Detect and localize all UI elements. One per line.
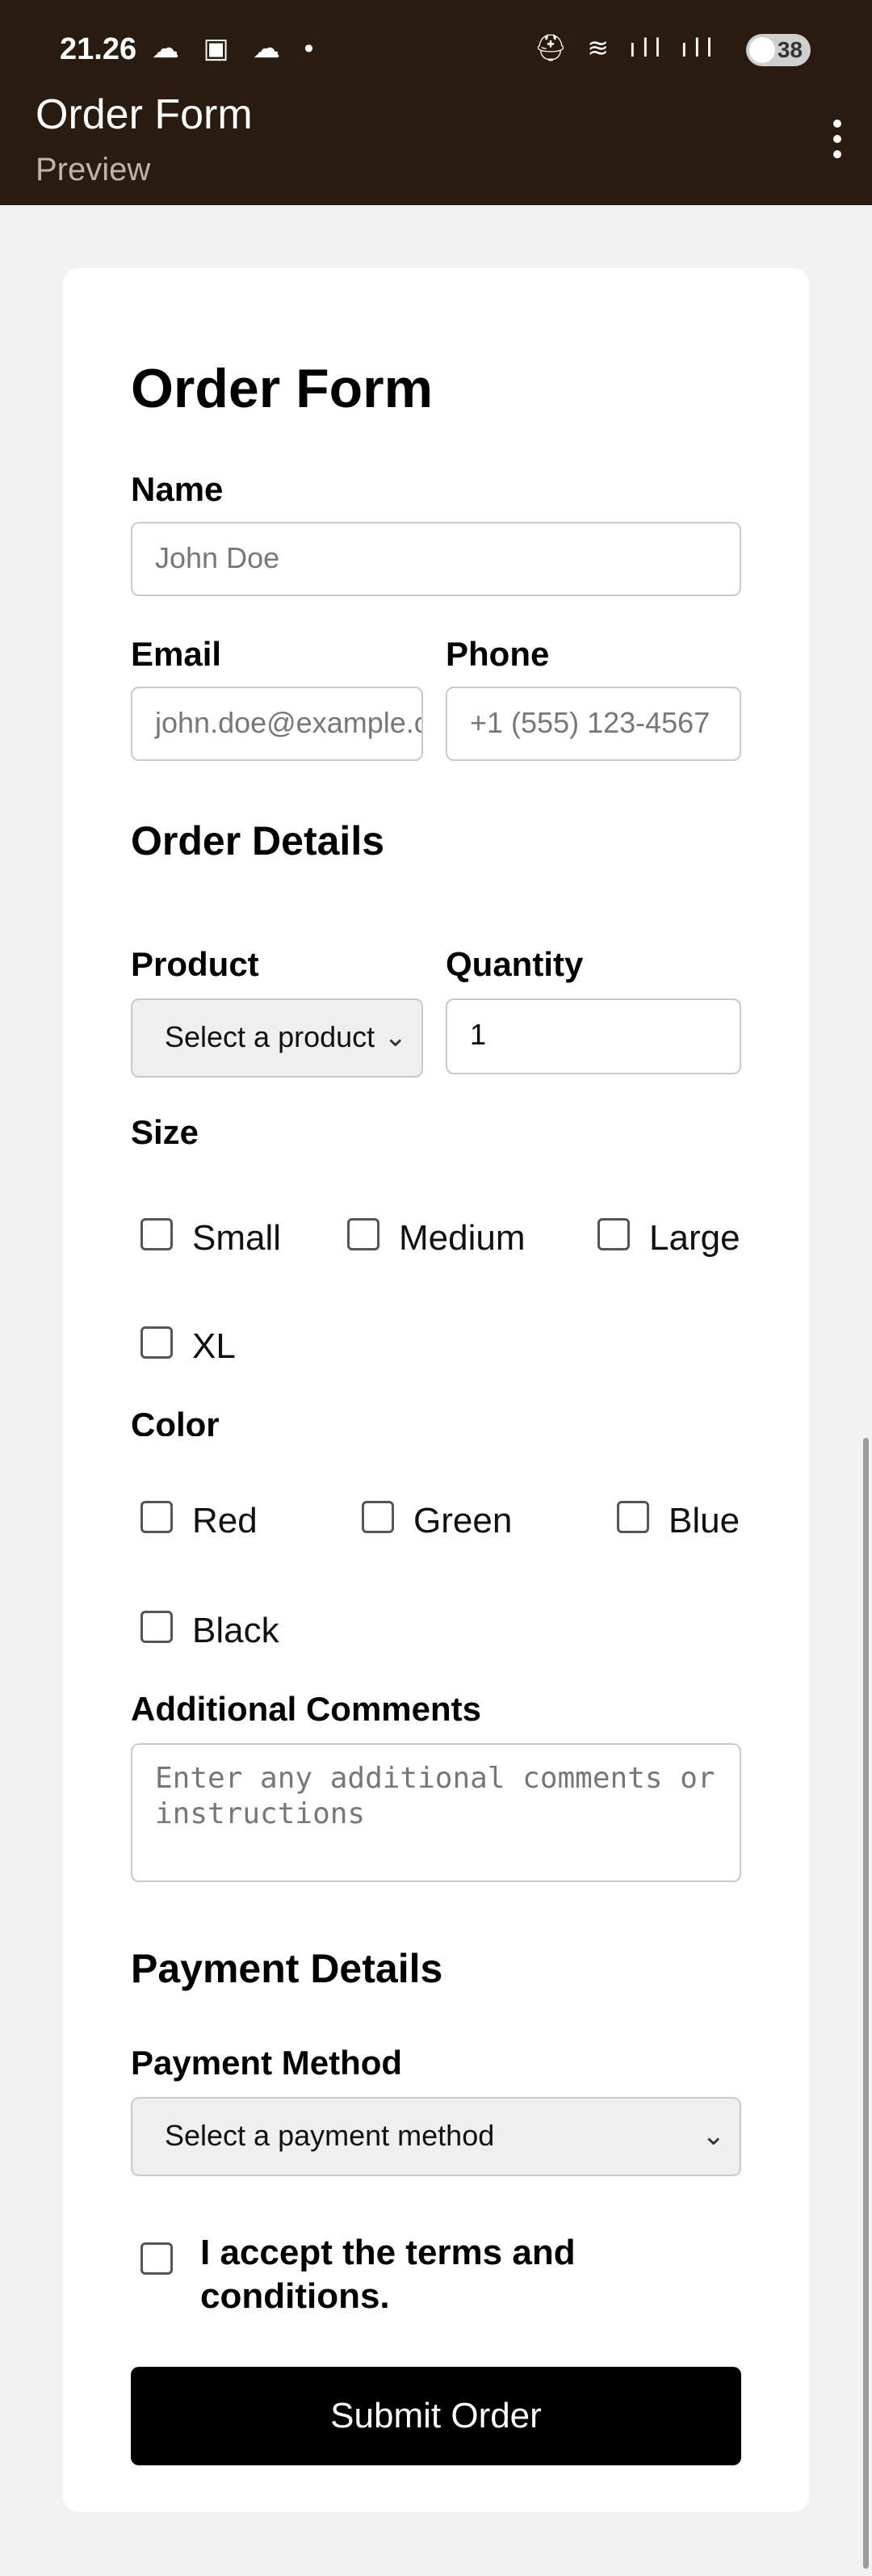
color-red-checkbox[interactable] — [140, 1501, 173, 1533]
scrollbar[interactable] — [863, 1438, 869, 2569]
app-bar: 21.26 ☁ ▣ ☁ • ⛑ ≋ ıll ıll 38 Order Form … — [0, 0, 872, 205]
size-small-checkbox[interactable] — [140, 1218, 173, 1250]
color-label: Color — [131, 1406, 220, 1436]
phone-label: Phone — [446, 635, 550, 673]
terms-label: I accept the terms and conditions. — [200, 2233, 576, 2316]
size-xl-label: XL — [192, 1326, 236, 1366]
product-label: Product — [131, 945, 259, 983]
status-time: 21.26 — [60, 32, 137, 66]
color-blue-label: Blue — [669, 1501, 740, 1540]
name-label: Name — [131, 470, 224, 508]
battery-saver-icon — [749, 37, 775, 63]
payment-method-select[interactable]: Select a payment method ⌄ — [131, 2097, 741, 2176]
size-xl-checkbox[interactable] — [140, 1326, 173, 1359]
chevron-down-icon: ⌄ — [377, 1000, 407, 1074]
product-select[interactable]: Select a product ⌄ — [131, 998, 423, 1078]
payment-method-value: Select a payment method — [165, 2119, 495, 2152]
size-medium-checkbox[interactable] — [347, 1218, 379, 1250]
size-medium-label: Medium — [399, 1218, 526, 1258]
size-large-checkbox[interactable] — [597, 1218, 630, 1250]
signal-icons: ⛑ ≋ ıll ıll — [534, 33, 719, 62]
phone-input[interactable]: +1 (555) 123-4567 — [446, 687, 741, 761]
size-large-label: Large — [649, 1218, 740, 1258]
payment-method-label: Payment Method — [131, 2044, 403, 2082]
name-input[interactable]: John Doe — [131, 522, 741, 596]
color-blue-checkbox[interactable] — [617, 1501, 649, 1533]
order-details-heading: Order Details — [131, 818, 385, 864]
size-small-label: Small — [192, 1218, 282, 1258]
color-black-label: Black — [192, 1611, 279, 1650]
notification-icons: ☁ ▣ ☁ • — [152, 33, 322, 64]
email-label: Email — [131, 635, 222, 673]
chevron-down-icon: ⌄ — [695, 2099, 725, 2173]
terms-checkbox[interactable] — [140, 2242, 173, 2275]
order-form-card: Order Form Name John Doe Email john.doe@… — [63, 268, 809, 2512]
color-green-label: Green — [413, 1501, 513, 1540]
comments-label: Additional Comments — [131, 1690, 482, 1728]
color-red-label: Red — [192, 1501, 258, 1540]
product-select-value: Select a product — [165, 1020, 375, 1053]
app-subtitle: Preview — [36, 152, 151, 187]
comments-textarea[interactable]: Enter any additional comments or instruc… — [131, 1743, 741, 1882]
payment-details-heading: Payment Details — [131, 1946, 443, 1991]
status-bar: 21.26 ☁ ▣ ☁ • ⛑ ≋ ıll ıll 38 — [0, 0, 872, 89]
email-input[interactable]: john.doe@example.com — [131, 687, 423, 761]
color-black-checkbox[interactable] — [140, 1611, 173, 1643]
color-green-checkbox[interactable] — [362, 1501, 394, 1533]
battery-icon: 38 — [746, 34, 811, 66]
form-heading: Order Form — [131, 358, 434, 419]
size-label: Size — [131, 1113, 199, 1151]
battery-level: 38 — [777, 37, 803, 62]
more-vert-icon[interactable] — [832, 120, 843, 165]
quantity-input[interactable]: 1 — [446, 998, 741, 1074]
submit-order-button[interactable]: Submit Order — [131, 2367, 741, 2465]
app-title: Order Form — [36, 91, 253, 138]
quantity-label: Quantity — [446, 945, 584, 983]
